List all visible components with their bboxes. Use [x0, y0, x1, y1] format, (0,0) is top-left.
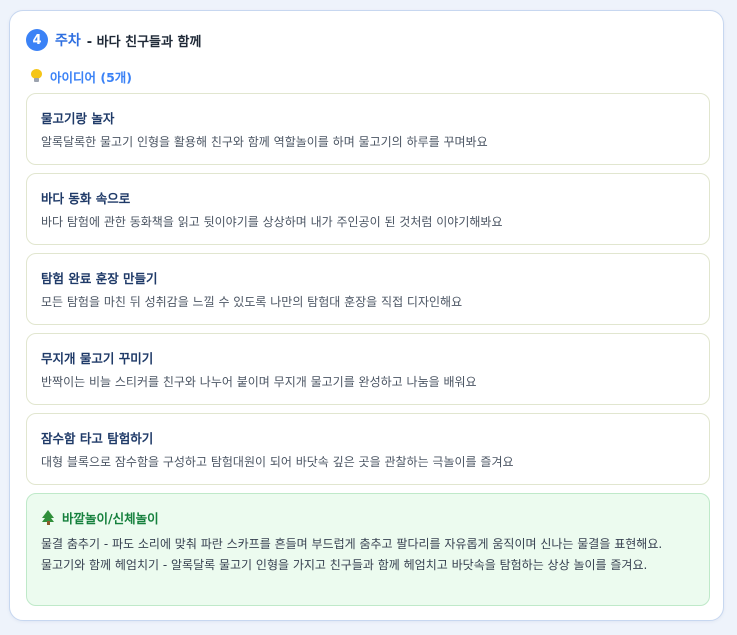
tree-icon — [42, 510, 55, 525]
play-activity-line: 물고기와 함께 헤엄치기 - 알록달록 물고기 인형을 가지고 친구들과 함께 … — [41, 558, 648, 572]
idea-title: 바다 동화 속으로 — [41, 191, 131, 206]
idea-description: 반짝이는 비늘 스티커를 친구와 나누어 붙이며 무지개 물고기를 완성하고 나… — [41, 375, 477, 389]
ideas-count-label: 아이디어 (5개) — [50, 69, 132, 85]
idea-description: 모든 탐험을 마친 뒤 성취감을 느낄 수 있도록 나만의 탐험대 훈장을 직접… — [41, 295, 463, 309]
outdoor-play-panel: 바깥놀이/신체놀이 물결 춤추기 - 파도 소리에 맞춰 파란 스카프를 흔들며… — [26, 493, 710, 606]
week-number-badge: 4 — [26, 29, 48, 51]
idea-card[interactable]: 잠수함 타고 탐험하기 대형 블록으로 잠수함을 구성하고 탐험대원이 되어 바… — [26, 413, 710, 485]
play-activity-line: 물결 춤추기 - 파도 소리에 맞춰 파란 스카프를 흔들며 부드럽게 춤추고 … — [41, 537, 663, 551]
idea-description: 알록달록한 물고기 인형을 활용해 친구와 함께 역할놀이를 하며 물고기의 하… — [41, 135, 488, 149]
idea-card[interactable]: 물고기랑 놀자 알록달록한 물고기 인형을 활용해 친구와 함께 역할놀이를 하… — [26, 93, 710, 165]
week-card: 4 주차 - 바다 친구들과 함께 아이디어 (5개) 물고기랑 놀자 알록달록… — [9, 10, 724, 621]
week-header: 4 주차 - 바다 친구들과 함께 — [26, 28, 201, 52]
idea-card[interactable]: 탐험 완료 훈장 만들기 모든 탐험을 마친 뒤 성취감을 느낄 수 있도록 나… — [26, 253, 710, 325]
lightbulb-icon — [31, 69, 42, 83]
idea-title: 물고기랑 놀자 — [41, 111, 115, 126]
idea-title: 탐험 완료 훈장 만들기 — [41, 271, 158, 286]
outdoor-play-title: 바깥놀이/신체놀이 — [62, 511, 159, 526]
week-title: - 바다 친구들과 함께 — [86, 34, 202, 50]
outdoor-play-header: 바깥놀이/신체놀이 — [42, 508, 159, 527]
idea-title: 잠수함 타고 탐험하기 — [41, 431, 154, 446]
idea-description: 바다 탐험에 관한 동화책을 읽고 뒷이야기를 상상하며 내가 주인공이 된 것… — [41, 215, 503, 229]
idea-description: 대형 블록으로 잠수함을 구성하고 탐험대원이 되어 바닷속 깊은 곳을 관찰하… — [41, 455, 514, 469]
idea-title: 무지개 물고기 꾸미기 — [41, 351, 154, 366]
ideas-header: 아이디어 (5개) — [31, 67, 132, 85]
week-label: 주차 — [55, 33, 81, 49]
idea-card[interactable]: 바다 동화 속으로 바다 탐험에 관한 동화책을 읽고 뒷이야기를 상상하며 내… — [26, 173, 710, 245]
outdoor-play-content: 물결 춤추기 - 파도 소리에 맞춰 파란 스카프를 흔들며 부드럽게 춤추고 … — [41, 534, 701, 576]
idea-card[interactable]: 무지개 물고기 꾸미기 반짝이는 비늘 스티커를 친구와 나누어 붙이며 무지개… — [26, 333, 710, 405]
